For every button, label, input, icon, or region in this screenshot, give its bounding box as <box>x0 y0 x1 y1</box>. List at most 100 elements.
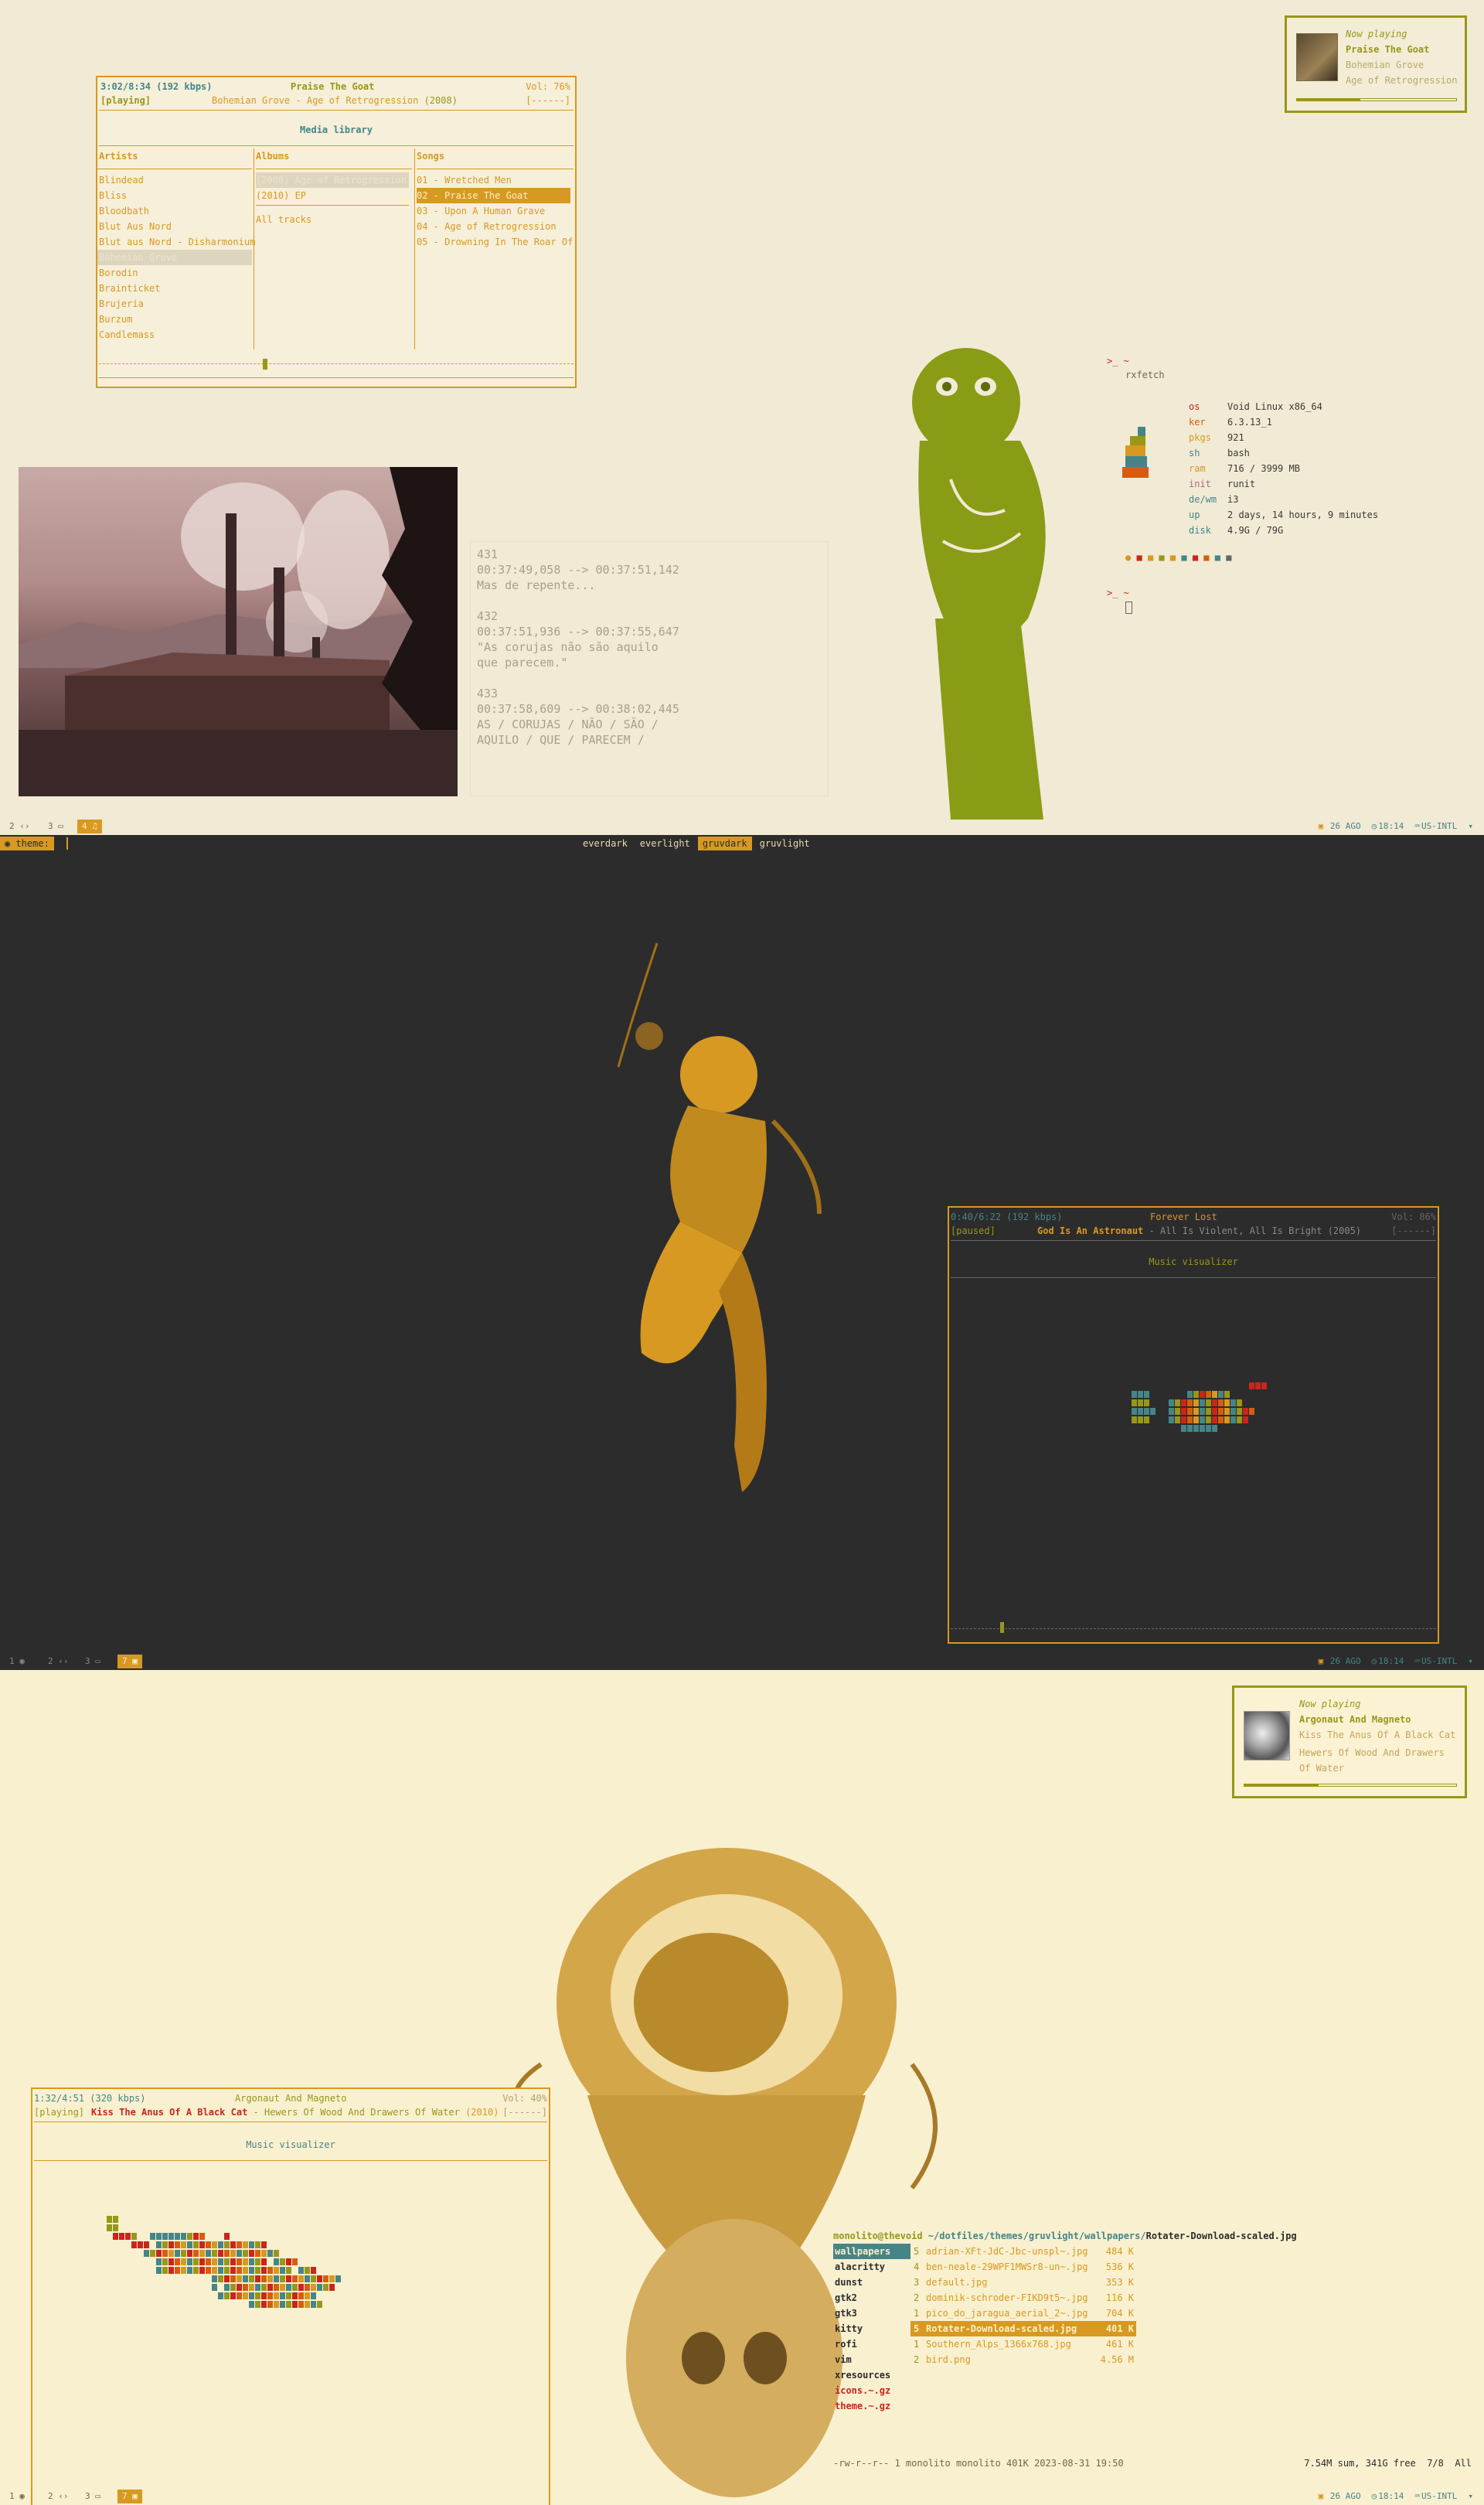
fm-dir-item[interactable]: kitty <box>833 2321 910 2336</box>
artists-list[interactable]: Blindead Bliss Bloodbath Blut Aus Nord Blut … <box>97 172 255 343</box>
fm-dir-item[interactable]: vim <box>833 2352 910 2367</box>
theme-option-everlight[interactable]: everlight <box>635 837 695 850</box>
theme-options[interactable]: everdark everlight gruvdark gruvlight <box>578 835 818 852</box>
cmus-window[interactable]: 1:32/4:51 (320 kbps) Argonaut And Magnet… <box>31 2088 550 2505</box>
file-manager[interactable]: monolito@thevoid ~/dotfiles/themes/gruvl… <box>833 2228 1452 2411</box>
viz-tile <box>243 2267 248 2274</box>
workspace-button-active[interactable]: 7 ▣ <box>117 1655 142 1668</box>
theme-option-gruvdark[interactable]: gruvdark <box>697 837 752 850</box>
viz-tile <box>1132 1408 1137 1415</box>
viz-tile <box>1218 1416 1224 1423</box>
viz-tile <box>1249 1408 1254 1415</box>
artist-item[interactable]: Blindead <box>97 172 252 188</box>
viz-tile <box>249 2258 254 2265</box>
workspace-button[interactable]: 1 ◉ <box>5 1653 29 1670</box>
viz-tile <box>280 2267 285 2274</box>
viz-tile <box>1200 1408 1205 1415</box>
songs-column[interactable]: Songs 01 - Wretched Men 02 - Praise The G… <box>414 148 574 349</box>
fetch-command: rxfetch <box>1125 370 1165 380</box>
artist-item[interactable]: Brujeria <box>97 296 252 312</box>
artist-item[interactable]: Borodin <box>97 265 252 281</box>
fm-dir-item[interactable]: gtk3 <box>833 2306 910 2321</box>
progress-track[interactable] <box>951 1628 1436 1629</box>
fm-dir-item[interactable]: alacritty <box>833 2259 910 2275</box>
artists-column[interactable]: Artists Blindead Bliss Bloodbath Blut Aus N… <box>97 148 255 349</box>
artist-item[interactable]: Blut Aus Nord <box>97 219 252 234</box>
artist-item[interactable]: Bohemian Grove <box>97 250 252 265</box>
album-art <box>1296 33 1338 81</box>
fm-file-list[interactable]: 5 adrian-XFt-JdC-Jbc-unspl~.jpg 484 K 4 ben-… <box>910 2244 1204 2367</box>
cmus-window[interactable]: 0:40/6:22 (192 kbps) Forever Lost Vol: 8… <box>948 1206 1439 1644</box>
workspace-button[interactable]: 3 ▭ <box>43 818 68 835</box>
viz-tile <box>1193 1416 1199 1423</box>
workspace-button[interactable]: 3 ▭ <box>80 2488 105 2505</box>
viz-tile <box>243 2275 248 2282</box>
now-playing-notification[interactable]: Now playing Praise The Goat Bohemian Gro… <box>1285 15 1467 113</box>
artist-item[interactable]: Bloodbath <box>97 203 252 219</box>
artist-item[interactable]: Brainticket <box>97 281 252 296</box>
artist-item[interactable]: Burzum <box>97 312 252 327</box>
fm-file-item[interactable]: 2 bird.png 4.56 M <box>910 2352 1204 2367</box>
songs-list[interactable]: 01 - Wretched Men 02 - Praise The Goat 03 … <box>417 172 574 250</box>
song-item[interactable]: 05 - Drowning In The Roar Of <box>417 234 573 250</box>
theme-option-everdark[interactable]: everdark <box>578 837 632 850</box>
fm-dir-item[interactable]: gtk2 <box>833 2290 910 2306</box>
viz-tile <box>1169 1416 1174 1423</box>
workspace-button[interactable]: 3 ▭ <box>80 1653 105 1670</box>
album-item[interactable]: All tracks <box>256 212 412 227</box>
viz-tile <box>156 2241 162 2248</box>
viz-tile <box>156 2233 162 2240</box>
fm-file-item[interactable]: 5 adrian-XFt-JdC-Jbc-unspl~.jpg 484 K <box>910 2244 1204 2259</box>
progress-track[interactable] <box>99 363 574 364</box>
viz-tile <box>1224 1391 1230 1398</box>
column-header: Songs <box>417 151 445 162</box>
viz-tile <box>305 2284 310 2291</box>
song-item[interactable]: 04 - Age of Retrogression <box>417 219 570 234</box>
fm-dir-item[interactable]: icons.~.gz <box>833 2383 910 2398</box>
fm-directory-list[interactable]: wallpapers alacritty dunst gtk2 gtk3 kitty rof… <box>833 2244 910 2414</box>
progress-handle[interactable] <box>1000 1622 1004 1633</box>
song-item[interactable]: 01 - Wretched Men <box>417 172 570 188</box>
divider <box>34 2160 547 2161</box>
fetch-terminal[interactable]: >_ ~ rxfetch os Void Linux x86_64 ker 6.3.1… <box>1107 356 1447 614</box>
now-playing-notification[interactable]: Now playing Argonaut And Magneto Kiss Th… <box>1232 1685 1467 1798</box>
song-item[interactable]: 02 - Praise The Goat <box>417 188 570 203</box>
fm-file-item[interactable]: 3 default.jpg 353 K <box>910 2275 1204 2290</box>
fm-file-item[interactable]: 4 ben-neale-29WPF1MWSr8-un~.jpg 536 K <box>910 2259 1204 2275</box>
artist-item[interactable]: Bliss <box>97 188 252 203</box>
fm-file-item[interactable]: 1 Southern_Alps_1366x768.jpg 461 K <box>910 2336 1204 2352</box>
fm-dir-item[interactable]: dunst <box>833 2275 910 2290</box>
theme-option-gruvlight[interactable]: gruvlight <box>755 837 815 850</box>
progress-handle[interactable] <box>263 359 267 370</box>
artist-item[interactable]: Blut aus Nord - Disharmonium <box>97 234 255 250</box>
fm-dir-item[interactable]: wallpapers <box>833 2244 910 2259</box>
song-item[interactable]: 03 - Upon A Human Grave <box>417 203 570 219</box>
workspace-button[interactable]: 2 ‹› <box>5 818 35 835</box>
fm-file-item[interactable]: 2 dominik-schroder-FIKD9t5~.jpg 116 K <box>910 2290 1204 2306</box>
workspace-button[interactable]: 1 ◉ <box>5 2488 29 2505</box>
artist-item[interactable]: Candlemass <box>97 327 252 343</box>
workspace-button-active[interactable]: 7 ▣ <box>117 2490 142 2503</box>
notif-album: Hewers Of Wood And Drawers Of Water <box>1299 1747 1445 1774</box>
fm-file-item[interactable]: 5 Rotater-Download-scaled.jpg 401 K <box>910 2321 1136 2336</box>
theme-selector[interactable]: ◉ theme: everdark everlight gruvdark gruvli… <box>0 835 1484 852</box>
albums-column[interactable]: Albums (2008) Age of Retrogression (2010… <box>254 148 412 349</box>
fm-dir-item[interactable]: rofi <box>833 2336 910 2352</box>
subtitle-viewer[interactable]: 431 00:37:49,058 --> 00:37:51,142 Mas de r… <box>470 541 829 796</box>
viz-tile <box>224 2241 230 2248</box>
player-nowplaying: God Is An Astronaut - All Is Violent, Al… <box>1037 1223 1361 1239</box>
viz-tile <box>286 2267 291 2274</box>
workspace-button[interactable]: 2 ‹› <box>43 1653 73 1670</box>
workspace-button[interactable]: 2 ‹› <box>43 2488 73 2505</box>
album-item[interactable]: (2010) EP <box>256 188 412 203</box>
player-track: Praise The Goat <box>291 81 375 92</box>
fm-dir-item[interactable]: theme.~.gz <box>833 2398 910 2414</box>
album-item[interactable]: (2008) Age of Retrogression <box>256 172 409 188</box>
workspace-button-active[interactable]: 4 ♫ <box>77 820 102 833</box>
fm-dir-item[interactable]: xresources <box>833 2367 910 2383</box>
player-flags: [------] <box>502 2107 547 2118</box>
viz-tile <box>280 2275 285 2282</box>
subtitle-timestamp: 00:37:49,058 --> 00:37:51,142 <box>477 563 679 577</box>
fm-file-item[interactable]: 1 pico_do_jaragua_aerial_2~.jpg 704 K <box>910 2306 1204 2321</box>
cmus-window[interactable]: 3:02/8:34 (192 kbps) Praise The Goat Vol… <box>96 76 577 388</box>
